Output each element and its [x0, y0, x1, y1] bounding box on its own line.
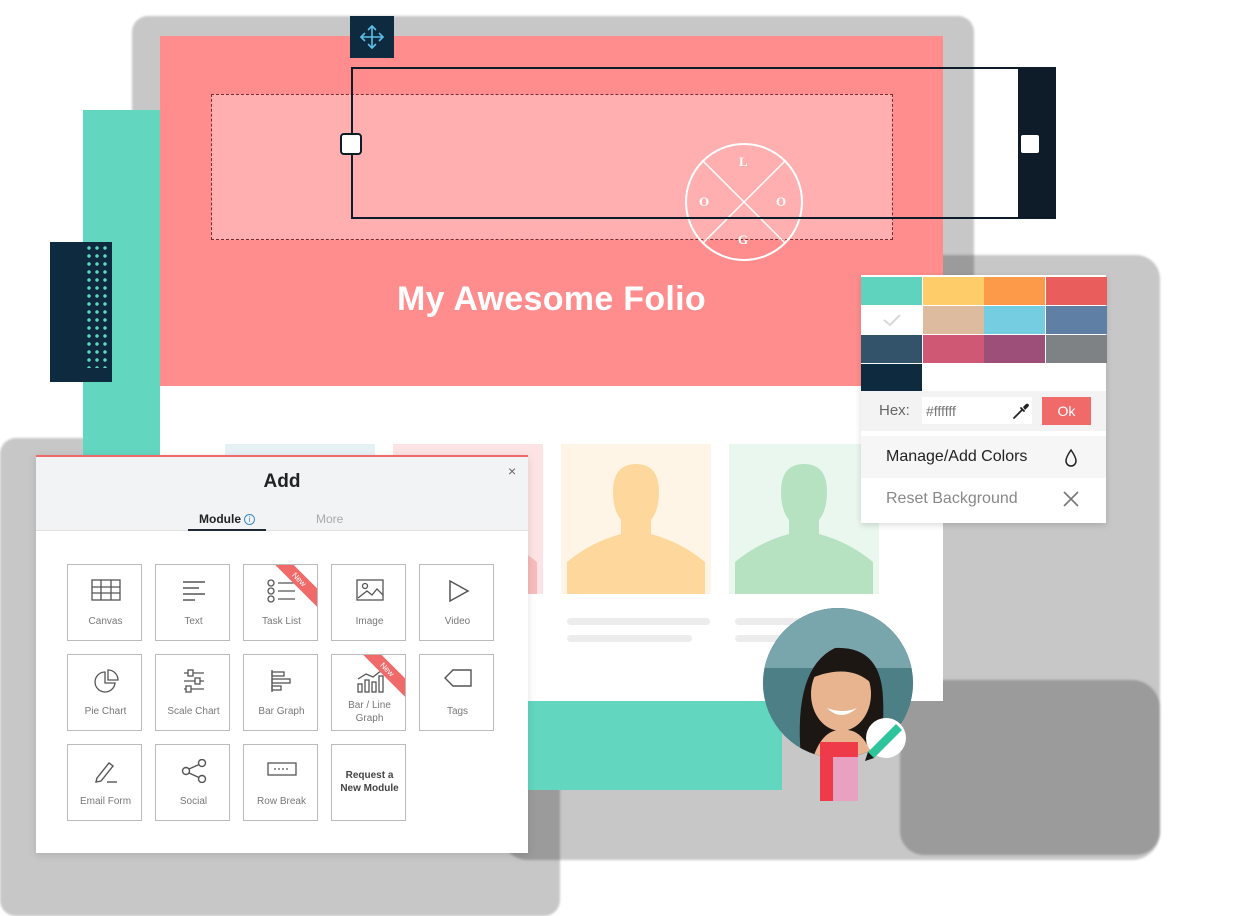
- color-picker-panel: Hex: Ok Manage/Add Colors Reset Backgrou…: [861, 275, 1107, 523]
- color-swatch[interactable]: [1045, 306, 1107, 334]
- color-swatch[interactable]: [1045, 277, 1107, 305]
- color-swatch[interactable]: [922, 306, 984, 334]
- color-swatch[interactable]: [861, 364, 922, 392]
- text-placeholder-line: [567, 618, 710, 625]
- image-icon: [332, 579, 405, 601]
- page-title[interactable]: My Awesome Folio: [160, 280, 943, 319]
- module-tile-tags[interactable]: Tags: [419, 654, 494, 731]
- module-tile-canvas[interactable]: Canvas: [67, 564, 142, 641]
- info-icon[interactable]: i: [244, 514, 255, 525]
- module-tile-label: Pie Chart: [84, 706, 127, 717]
- request-line-2: New Module: [340, 783, 399, 794]
- hex-row: Hex: Ok: [861, 391, 1106, 431]
- pencil-icon: [68, 759, 141, 783]
- module-tile-label: Text: [184, 616, 203, 627]
- color-swatch[interactable]: [984, 306, 1045, 334]
- profile-card[interactable]: [729, 444, 879, 594]
- share-icon: [156, 759, 229, 783]
- module-tile-image[interactable]: Image: [331, 564, 406, 641]
- module-tile-video[interactable]: Video: [419, 564, 494, 641]
- module-tile-social[interactable]: Social: [155, 744, 230, 821]
- module-tile-label: Image: [355, 616, 384, 627]
- color-swatch[interactable]: [861, 335, 922, 363]
- eyedropper-icon[interactable]: [1011, 401, 1031, 426]
- hex-label: Hex:: [879, 402, 910, 419]
- module-tile-label: Video: [444, 616, 471, 627]
- row-break-icon: [244, 759, 317, 779]
- scale-chart-icon: [156, 669, 229, 693]
- ok-button[interactable]: Ok: [1042, 397, 1091, 425]
- tag-icon: [420, 669, 493, 687]
- logo-letter: G: [738, 232, 749, 247]
- tab-module-label: Module: [199, 512, 241, 526]
- module-tile-row-break[interactable]: Row Break: [243, 744, 318, 821]
- move-arrows-icon: [360, 25, 384, 49]
- person-silhouette-icon: [561, 444, 711, 594]
- module-tile-bar-line-graph[interactable]: Bar / Line Graph New: [331, 654, 406, 731]
- module-tile-text[interactable]: Text: [155, 564, 230, 641]
- edit-pencil-decor: [785, 717, 907, 801]
- move-handle[interactable]: [350, 16, 394, 58]
- add-panel-title: Add: [263, 471, 301, 492]
- request-line-1: Request a: [345, 770, 394, 781]
- close-icon: [1061, 489, 1081, 514]
- module-tile-label: Row Break: [257, 796, 306, 807]
- module-tile-pie-chart[interactable]: Pie Chart: [67, 654, 142, 731]
- color-swatch[interactable]: [1045, 335, 1107, 363]
- module-tile-label: Bar Graph: [258, 706, 305, 717]
- request-module-button[interactable]: Request a New Module: [331, 744, 406, 821]
- check-icon: [883, 314, 901, 327]
- module-tile-label: Task List: [262, 616, 301, 627]
- bar-graph-icon: [244, 669, 317, 693]
- color-swatch[interactable]: [922, 277, 984, 305]
- resize-handle-left[interactable]: [340, 133, 362, 155]
- tab-more[interactable]: More: [316, 512, 343, 526]
- person-silhouette-icon: [729, 444, 879, 594]
- module-tile-label: Email Form: [79, 796, 132, 807]
- text-placeholder-line: [567, 635, 692, 642]
- droplet-icon: [1061, 447, 1081, 474]
- text-icon: [156, 579, 229, 601]
- reset-background-item[interactable]: Reset Background: [861, 478, 1106, 520]
- resize-handle-right[interactable]: [1019, 133, 1041, 155]
- module-tile-label: Social: [179, 796, 208, 807]
- module-tile-email-form[interactable]: Email Form: [67, 744, 142, 821]
- manage-colors-label: Manage/Add Colors: [886, 448, 1028, 465]
- module-tile-label: Bar / Line Graph: [348, 700, 391, 724]
- decor-teal-block: [512, 700, 782, 790]
- color-swatch[interactable]: [861, 306, 922, 334]
- color-swatch[interactable]: [861, 277, 922, 305]
- pie-chart-icon: [68, 669, 141, 695]
- profile-card[interactable]: [561, 444, 711, 594]
- module-tile-label: Canvas: [88, 616, 123, 627]
- module-tile-scale-chart[interactable]: Scale Chart: [155, 654, 230, 731]
- color-swatch[interactable]: [922, 335, 984, 363]
- color-swatch[interactable]: [984, 335, 1045, 363]
- color-swatch-grid: [861, 277, 1107, 393]
- module-tile-bar-graph[interactable]: Bar Graph: [243, 654, 318, 731]
- add-module-panel: Add × Module i More Canvas Text Task List Ne…: [36, 455, 528, 853]
- module-tile-label: Scale Chart: [167, 706, 220, 717]
- decor-dot-grid: [50, 242, 112, 382]
- selection-frame[interactable]: [351, 67, 1029, 219]
- tab-module[interactable]: Module i: [188, 512, 266, 531]
- manage-colors-item[interactable]: Manage/Add Colors: [861, 436, 1106, 478]
- add-panel-header: Add × Module i More: [36, 457, 528, 531]
- module-tile-task-list[interactable]: Task List New: [243, 564, 318, 641]
- video-icon: [420, 579, 493, 603]
- reset-background-label: Reset Background: [886, 490, 1018, 507]
- color-swatch[interactable]: [984, 277, 1045, 305]
- close-icon[interactable]: ×: [508, 463, 516, 479]
- module-tile-label: Tags: [446, 706, 469, 717]
- canvas-icon: [68, 579, 141, 601]
